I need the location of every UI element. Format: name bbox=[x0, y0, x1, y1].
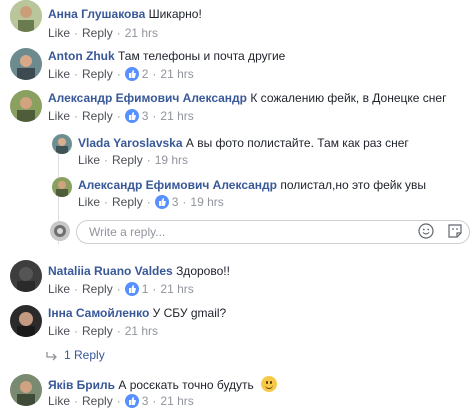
like-count[interactable]: 3 bbox=[172, 195, 179, 209]
comment-author[interactable]: Яків Бриль bbox=[48, 378, 115, 392]
reply-arrow-icon bbox=[46, 352, 57, 361]
reply-icons bbox=[408, 223, 463, 242]
reply-link[interactable]: Reply bbox=[82, 67, 113, 81]
comment-body: Інна Самойленко У СБУ gmail? bbox=[48, 305, 226, 321]
avatar[interactable] bbox=[10, 260, 42, 292]
comment-time[interactable]: 21 hrs bbox=[160, 109, 193, 123]
comment-body: Анна Глушакова Шикарно! bbox=[48, 6, 202, 22]
comment-time[interactable]: 21 hrs bbox=[125, 26, 158, 40]
avatar[interactable] bbox=[52, 134, 72, 154]
like-link[interactable]: Like bbox=[48, 394, 70, 408]
comment-actions: Like · Reply · 3 · 19 hrs bbox=[78, 195, 224, 209]
reply-link[interactable]: Reply bbox=[112, 153, 143, 167]
comment-body: Nataliia Ruano Valdes Здорово!! bbox=[48, 263, 230, 279]
like-count[interactable]: 1 bbox=[142, 282, 149, 296]
comment-time[interactable]: 19 hrs bbox=[155, 153, 188, 167]
comment-actions: Like · Reply · 19 hrs bbox=[78, 153, 189, 167]
comment-body: Vlada Yaroslavska А вы фото полистайте. … bbox=[78, 135, 409, 151]
reply-placeholder: Write a reply... bbox=[89, 225, 166, 239]
avatar[interactable] bbox=[10, 90, 42, 122]
comment-time[interactable]: 21 hrs bbox=[125, 324, 158, 338]
reply-link[interactable]: Reply bbox=[82, 26, 113, 40]
like-reaction-icon[interactable] bbox=[124, 109, 139, 123]
comment-text: Шикарно! bbox=[148, 7, 202, 21]
avatar[interactable] bbox=[10, 48, 42, 80]
comment-author[interactable]: Anton Zhuk bbox=[48, 49, 115, 63]
like-count[interactable]: 3 bbox=[142, 109, 149, 123]
reply-link[interactable]: Reply bbox=[82, 324, 113, 338]
reply-input[interactable]: Write a reply... bbox=[76, 220, 470, 244]
avatar[interactable] bbox=[10, 0, 42, 32]
like-reaction-icon[interactable] bbox=[124, 67, 139, 81]
avatar[interactable] bbox=[10, 374, 42, 406]
comment-body: Яків Бриль А росєкать точно будуть bbox=[48, 376, 278, 393]
comment-actions: Like · Reply · 3 · 21 hrs bbox=[48, 394, 194, 408]
comment-text: полистал,но это фейк увы bbox=[280, 178, 427, 192]
like-link[interactable]: Like bbox=[48, 26, 70, 40]
like-link[interactable]: Like bbox=[48, 67, 70, 81]
comment-author[interactable]: Александр Ефимович Александр bbox=[78, 178, 277, 192]
comment-text: А вы фото полистайте. Там как раз снег bbox=[185, 136, 409, 150]
view-replies-link[interactable]: 1 Reply bbox=[46, 348, 105, 362]
comment-time[interactable]: 21 hrs bbox=[160, 282, 193, 296]
smile-emoji-icon bbox=[261, 376, 278, 392]
like-reaction-icon[interactable] bbox=[154, 195, 169, 209]
emoji-picker-icon[interactable] bbox=[418, 223, 434, 242]
comment-author[interactable]: Александр Ефимович Александр bbox=[48, 91, 247, 105]
comment-text: А росєкать точно будуть bbox=[118, 378, 254, 392]
like-link[interactable]: Like bbox=[78, 195, 100, 209]
like-count[interactable]: 3 bbox=[142, 394, 149, 408]
comment-body: Александр Ефимович Александр К сожалению… bbox=[48, 90, 446, 106]
sticker-icon[interactable] bbox=[447, 223, 463, 242]
current-user-avatar bbox=[50, 221, 70, 241]
comment-time[interactable]: 21 hrs bbox=[160, 394, 193, 408]
like-link[interactable]: Like bbox=[48, 109, 70, 123]
comment-author[interactable]: Анна Глушакова bbox=[48, 7, 145, 21]
comment-author[interactable]: Інна Самойленко bbox=[48, 306, 149, 320]
like-link[interactable]: Like bbox=[48, 324, 70, 338]
like-reaction-icon[interactable] bbox=[124, 394, 139, 408]
comment-author[interactable]: Nataliia Ruano Valdes bbox=[48, 264, 173, 278]
comment-text: У СБУ gmail? bbox=[152, 306, 227, 320]
comment-actions: Like · Reply · 21 hrs bbox=[48, 324, 159, 338]
comment-time[interactable]: 19 hrs bbox=[190, 195, 223, 209]
comment-actions: Like · Reply · 3 · 21 hrs bbox=[48, 109, 194, 123]
comment-text: К сожалению фейк, в Донецке снег bbox=[250, 91, 447, 105]
comment-actions: Like · Reply · 21 hrs bbox=[48, 26, 159, 40]
like-reaction-icon[interactable] bbox=[124, 282, 139, 296]
comment-body: Александр Ефимович Александр полистал,но… bbox=[78, 177, 426, 193]
avatar[interactable] bbox=[52, 177, 72, 197]
like-link[interactable]: Like bbox=[78, 153, 100, 167]
comment-time[interactable]: 21 hrs bbox=[160, 67, 193, 81]
like-link[interactable]: Like bbox=[48, 282, 70, 296]
comment-text: Здорово!! bbox=[176, 264, 230, 278]
comment-actions: Like · Reply · 2 · 21 hrs bbox=[48, 67, 194, 81]
comment-text: Там телефоны и почта другие bbox=[118, 49, 286, 63]
comment-actions: Like · Reply · 1 · 21 hrs bbox=[48, 282, 194, 296]
reply-link[interactable]: Reply bbox=[82, 282, 113, 296]
reply-link[interactable]: Reply bbox=[82, 394, 113, 408]
reply-link[interactable]: Reply bbox=[112, 195, 143, 209]
avatar[interactable] bbox=[10, 305, 42, 337]
comment-body: Anton Zhuk Там телефоны и почта другие bbox=[48, 48, 285, 64]
reply-link[interactable]: Reply bbox=[82, 109, 113, 123]
comment-author[interactable]: Vlada Yaroslavska bbox=[78, 136, 183, 150]
view-replies-label[interactable]: 1 Reply bbox=[64, 348, 105, 362]
like-count[interactable]: 2 bbox=[142, 67, 149, 81]
